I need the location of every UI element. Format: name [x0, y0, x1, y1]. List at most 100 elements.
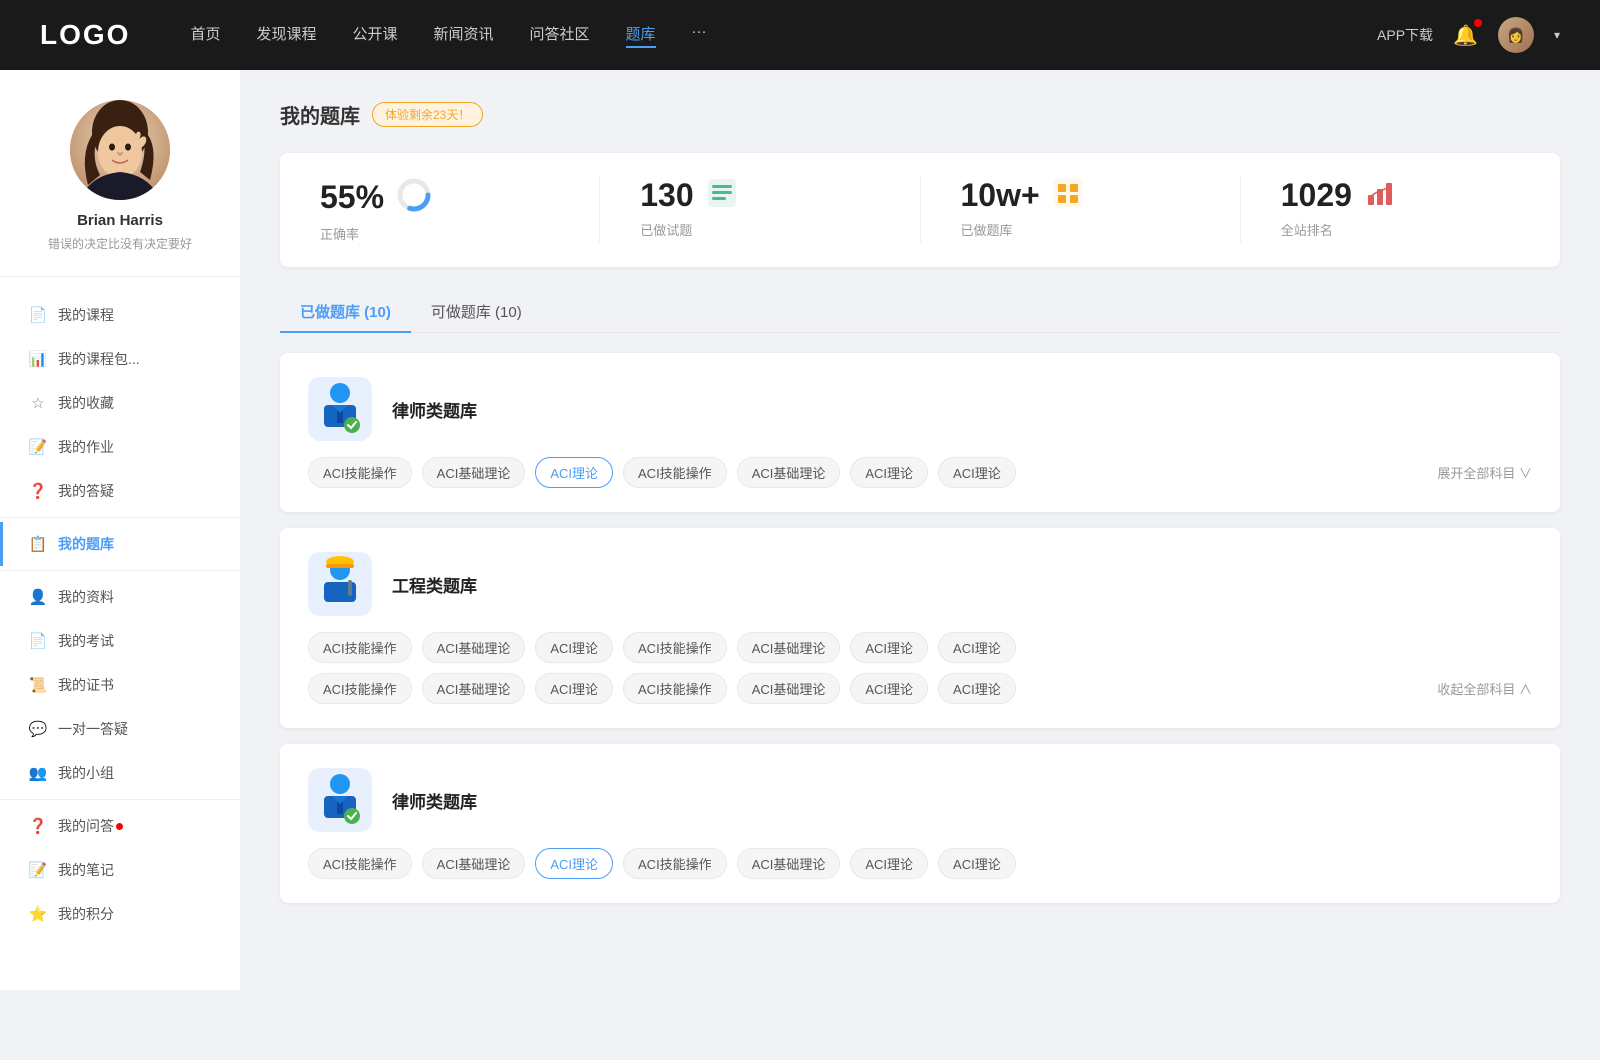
- tag-1-6[interactable]: ACI理论: [938, 673, 1016, 704]
- sidebar-item-11[interactable]: ❓我的问答: [0, 804, 240, 848]
- tag-2-6[interactable]: ACI理论: [938, 848, 1016, 879]
- stat-label-3: 全站排名: [1281, 220, 1333, 239]
- stat-item-1: 130 已做试题: [600, 177, 920, 243]
- tag-0-2[interactable]: ACI理论: [535, 457, 613, 488]
- sidebar-item-6[interactable]: 👤 我的资料: [0, 575, 240, 619]
- tag-0-4[interactable]: ACI基础理论: [737, 457, 841, 488]
- sidebar-icon-3: 📝: [28, 438, 48, 456]
- qbank-card-1: 工程类题库ACI技能操作ACI基础理论ACI理论ACI技能操作ACI基础理论AC…: [280, 528, 1560, 728]
- tags-row-1-1: ACI技能操作 ACI基础理论 ACI理论 ACI技能操作 ACI基础理论 ACI理论 AC…: [308, 673, 1532, 704]
- sidebar-icon-9: 💬: [28, 720, 48, 738]
- tag-1-5[interactable]: ACI理论: [850, 632, 928, 663]
- tag-1-1[interactable]: ACI基础理论: [422, 673, 526, 704]
- qbank-icon-2: [308, 768, 372, 832]
- expand-link-0[interactable]: 展开全部科目 ∨: [1437, 463, 1532, 482]
- tag-1-3[interactable]: ACI技能操作: [623, 673, 727, 704]
- sidebar-icon-8: 📜: [28, 676, 48, 694]
- tag-2-0[interactable]: ACI技能操作: [308, 848, 412, 879]
- sidebar-icon-2: ☆: [28, 394, 48, 412]
- user-motto: 错误的决定比没有决定要好: [48, 235, 192, 252]
- nav-item-问答社区[interactable]: 问答社区: [530, 23, 590, 48]
- nav-item-首页[interactable]: 首页: [190, 23, 220, 48]
- sidebar-icon-11: ❓: [28, 817, 48, 835]
- main-layout: Brian Harris 错误的决定比没有决定要好 📄 我的课程 📊我的课程包...…: [0, 70, 1600, 990]
- tag-2-4[interactable]: ACI基础理论: [737, 848, 841, 879]
- tag-1-5[interactable]: ACI理论: [850, 673, 928, 704]
- tag-1-0[interactable]: ACI技能操作: [308, 673, 412, 704]
- sidebar-icon-12: 📝: [28, 861, 48, 879]
- sidebar: Brian Harris 错误的决定比没有决定要好 📄 我的课程 📊我的课程包...…: [0, 70, 240, 990]
- stat-icon-1: [706, 177, 738, 214]
- tag-1-0[interactable]: ACI技能操作: [308, 632, 412, 663]
- nav-item-···[interactable]: ···: [692, 23, 707, 48]
- stat-label-0: 正确率: [320, 224, 359, 243]
- sidebar-item-3[interactable]: 📝我的作业: [0, 425, 240, 469]
- tag-1-4[interactable]: ACI基础理论: [737, 632, 841, 663]
- tag-0-0[interactable]: ACI技能操作: [308, 457, 412, 488]
- sidebar-icon-6: 👤: [28, 588, 48, 606]
- qbank-icon-1: [308, 552, 372, 616]
- sidebar-item-13[interactable]: ⭐ 我的积分: [0, 892, 240, 936]
- sidebar-icon-0: 📄: [28, 306, 48, 324]
- stat-item-0: 55% 正确率: [280, 177, 600, 243]
- sidebar-item-12[interactable]: 📝我的笔记: [0, 848, 240, 892]
- chevron-down-icon[interactable]: ▾: [1554, 28, 1560, 42]
- page-title: 我的题库: [280, 100, 360, 129]
- logo[interactable]: LOGO: [40, 19, 130, 51]
- sidebar-profile: Brian Harris 错误的决定比没有决定要好: [0, 100, 240, 277]
- sidebar-item-4[interactable]: ❓我的答疑: [0, 469, 240, 513]
- tag-1-2[interactable]: ACI理论: [535, 632, 613, 663]
- tag-0-3[interactable]: ACI技能操作: [623, 457, 727, 488]
- expand-link-1[interactable]: 收起全部科目 ∧: [1437, 679, 1532, 698]
- app-download[interactable]: APP下载: [1377, 25, 1433, 45]
- sidebar-label-6: 我的资料: [58, 587, 114, 607]
- sidebar-divider: [0, 799, 240, 800]
- stat-value-2: 10w+: [961, 177, 1040, 214]
- tag-2-1[interactable]: ACI基础理论: [422, 848, 526, 879]
- sidebar-item-5[interactable]: 📋我的题库: [0, 522, 240, 566]
- tag-2-3[interactable]: ACI技能操作: [623, 848, 727, 879]
- tag-1-6[interactable]: ACI理论: [938, 632, 1016, 663]
- tab-0[interactable]: 已做题库 (10): [280, 291, 411, 332]
- user-avatar-nav[interactable]: 👩: [1498, 17, 1534, 53]
- nav-item-公开课[interactable]: 公开课: [352, 23, 397, 48]
- sidebar-item-1[interactable]: 📊我的课程包...: [0, 337, 240, 381]
- sidebar-icon-10: 👥: [28, 764, 48, 782]
- sidebar-label-10: 我的小组: [58, 763, 114, 783]
- tag-1-1[interactable]: ACI基础理论: [422, 632, 526, 663]
- user-avatar: [70, 100, 170, 200]
- navbar-right: APP下载 🔔 👩 ▾: [1377, 17, 1560, 53]
- stat-icon-0: [396, 177, 432, 218]
- navbar: LOGO 首页 发现课程 公开课 新闻资讯 问答社区 题库 ··· APP下载 🔔 👩 ▾: [0, 0, 1600, 70]
- sidebar-divider: [0, 517, 240, 518]
- avatar-image-sidebar: [70, 100, 170, 200]
- sidebar-label-5: 我的题库: [58, 534, 114, 554]
- sidebar-label-0: 我的课程: [58, 305, 114, 325]
- nav-item-发现课程[interactable]: 发现课程: [256, 23, 316, 48]
- sidebar-item-10[interactable]: 👥 我的小组: [0, 751, 240, 795]
- nav-item-新闻资讯[interactable]: 新闻资讯: [434, 23, 494, 48]
- sidebar-item-0[interactable]: 📄 我的课程: [0, 293, 240, 337]
- tag-2-5[interactable]: ACI理论: [850, 848, 928, 879]
- tag-0-6[interactable]: ACI理论: [938, 457, 1016, 488]
- sidebar-item-8[interactable]: 📜我的证书: [0, 663, 240, 707]
- tag-0-5[interactable]: ACI理论: [850, 457, 928, 488]
- sidebar-item-2[interactable]: ☆我的收藏: [0, 381, 240, 425]
- tag-0-1[interactable]: ACI基础理论: [422, 457, 526, 488]
- sidebar-item-9[interactable]: 💬一对一答疑: [0, 707, 240, 751]
- tag-1-3[interactable]: ACI技能操作: [623, 632, 727, 663]
- nav-item-题库[interactable]: 题库: [626, 23, 656, 48]
- qbank-list: 律师类题库ACI技能操作ACI基础理论ACI理论ACI技能操作ACI基础理论AC…: [280, 353, 1560, 903]
- sidebar-icon-13: ⭐: [28, 905, 48, 923]
- sidebar-item-7[interactable]: 📄我的考试: [0, 619, 240, 663]
- qbank-icon-0: [308, 377, 372, 441]
- tags-row-0-0: ACI技能操作 ACI基础理论 ACI理论 ACI技能操作 ACI基础理论 ACI理论 AC…: [308, 457, 1532, 488]
- sidebar-label-13: 我的积分: [58, 904, 114, 924]
- sidebar-label-7: 我的考试: [58, 631, 114, 651]
- tag-1-4[interactable]: ACI基础理论: [737, 673, 841, 704]
- qbank-title-0: 律师类题库: [392, 397, 1532, 422]
- tag-1-2[interactable]: ACI理论: [535, 673, 613, 704]
- tab-1[interactable]: 可做题库 (10): [411, 291, 542, 332]
- tag-2-2[interactable]: ACI理论: [535, 848, 613, 879]
- notification-bell[interactable]: 🔔: [1453, 23, 1478, 48]
